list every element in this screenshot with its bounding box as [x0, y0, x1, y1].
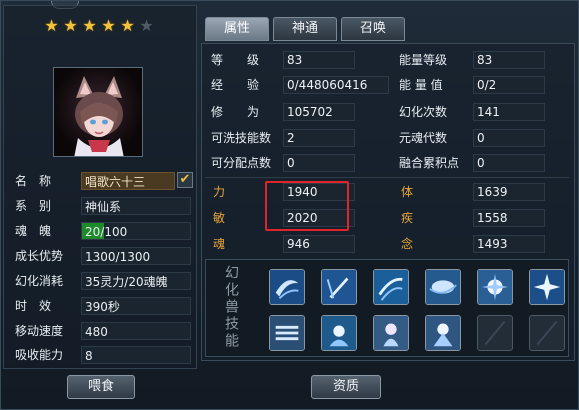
ice-skill-icon[interactable]: [425, 315, 461, 351]
empty-skill-slot[interactable]: [529, 315, 565, 351]
free-points-value: 0: [283, 154, 355, 172]
tab-attributes[interactable]: 属性: [205, 17, 269, 41]
wave-skill-icon[interactable]: [425, 269, 461, 305]
cultivation-value: 105702: [283, 103, 355, 121]
speed-value: 1558: [473, 209, 545, 227]
washable-skills-value: 2: [283, 129, 355, 147]
exp-label: 经 验: [211, 78, 260, 92]
pet-portrait: [53, 67, 143, 157]
soul-generation-value: 0: [473, 129, 545, 147]
constitution-label: 体: [401, 185, 414, 199]
wind-skill-icon[interactable]: [269, 269, 305, 305]
transform-cost-label: 幻化消耗: [15, 274, 64, 288]
tab-skills[interactable]: 神通: [273, 17, 337, 41]
stat-divider: [205, 177, 569, 178]
exp-value: 0/448060416: [283, 76, 389, 94]
strength-label: 力: [213, 185, 226, 199]
energy-level-label: 能量等级: [399, 53, 448, 67]
fox-girl-portrait-icon: [74, 76, 124, 156]
soul-value: 946: [283, 235, 355, 253]
highlight-annotation-box: [265, 181, 349, 231]
storm-skill-icon[interactable]: [373, 269, 409, 305]
star-empty-icon: ★: [139, 16, 154, 35]
burst-skill-icon[interactable]: [477, 269, 513, 305]
soul-label: 魂: [213, 237, 226, 251]
duration-label: 时 效: [15, 299, 52, 313]
tab-summon[interactable]: 召唤: [341, 17, 405, 41]
star-rating: ★ ★ ★ ★ ★ ★: [43, 17, 155, 35]
spirit-skill-icon[interactable]: [373, 315, 409, 351]
quality-button[interactable]: 资质: [311, 375, 381, 399]
absorb-label: 吸收能力: [15, 348, 64, 362]
energy-value: 0/2: [473, 76, 545, 94]
fusion-points-label: 融合累积点: [399, 156, 460, 170]
growth-value: 1300/1300: [81, 247, 191, 265]
feed-button[interactable]: 喂食: [67, 375, 135, 399]
level-value: 83: [283, 51, 355, 69]
star-filled-icon: ★: [82, 16, 97, 35]
transform-count-value: 141: [473, 103, 545, 121]
absorb-value: 8: [81, 346, 191, 364]
mind-value: 1493: [473, 235, 545, 253]
spark-skill-icon[interactable]: [529, 269, 565, 305]
pet-school-label: 系 别: [15, 199, 52, 213]
free-points-label: 可分配点数: [211, 156, 272, 170]
star-filled-icon: ★: [120, 16, 135, 35]
pet-name-field[interactable]: 唱歌六十三: [81, 172, 175, 190]
transform-cost-value: 35灵力/20魂魄: [81, 272, 191, 290]
move-speed-value: 480: [81, 322, 191, 340]
fusion-points-value: 0: [473, 154, 545, 172]
soul-progress-bar: 20/100: [81, 222, 191, 240]
speed-label: 疾: [401, 211, 414, 225]
checkmark-icon[interactable]: ✔: [177, 172, 193, 188]
soul-generation-label: 元魂代数: [399, 131, 448, 145]
pet-attribute-window: ★ ★ ★ ★ ★ ★ 名 称 唱歌六十三 ✔ 系 别 神仙系 魂 魄 20/1…: [0, 0, 579, 410]
empty-skill-slot[interactable]: [477, 315, 513, 351]
constitution-value: 1639: [473, 183, 545, 201]
aura-skill-icon[interactable]: [321, 315, 357, 351]
star-filled-icon: ★: [63, 16, 78, 35]
move-speed-label: 移动速度: [15, 324, 64, 338]
agility-label: 敏: [213, 211, 226, 225]
level-label: 等 级: [211, 53, 260, 67]
mind-label: 念: [401, 237, 414, 251]
duration-value: 390秒: [81, 297, 191, 315]
growth-label: 成长优势: [15, 249, 64, 263]
sword-skill-icon[interactable]: [321, 269, 357, 305]
energy-value-label: 能 量 值: [399, 78, 443, 92]
tab-bar: 属性 神通 召唤: [205, 17, 405, 41]
energy-level-value: 83: [473, 51, 545, 69]
star-filled-icon: ★: [101, 16, 116, 35]
soul-progress-text: 20/100: [85, 225, 128, 239]
pet-school-value: 神仙系: [81, 197, 191, 215]
pet-soul-label: 魂 魄: [15, 224, 52, 238]
transform-count-label: 幻化次数: [399, 105, 448, 119]
washable-skills-label: 可洗技能数: [211, 131, 272, 145]
star-filled-icon: ★: [44, 16, 59, 35]
pet-name-label: 名 称: [15, 174, 52, 188]
frost-skill-icon[interactable]: [269, 315, 305, 351]
skill-panel-title: 幻化兽技能: [223, 265, 239, 350]
cultivation-label: 修 为: [211, 105, 260, 119]
